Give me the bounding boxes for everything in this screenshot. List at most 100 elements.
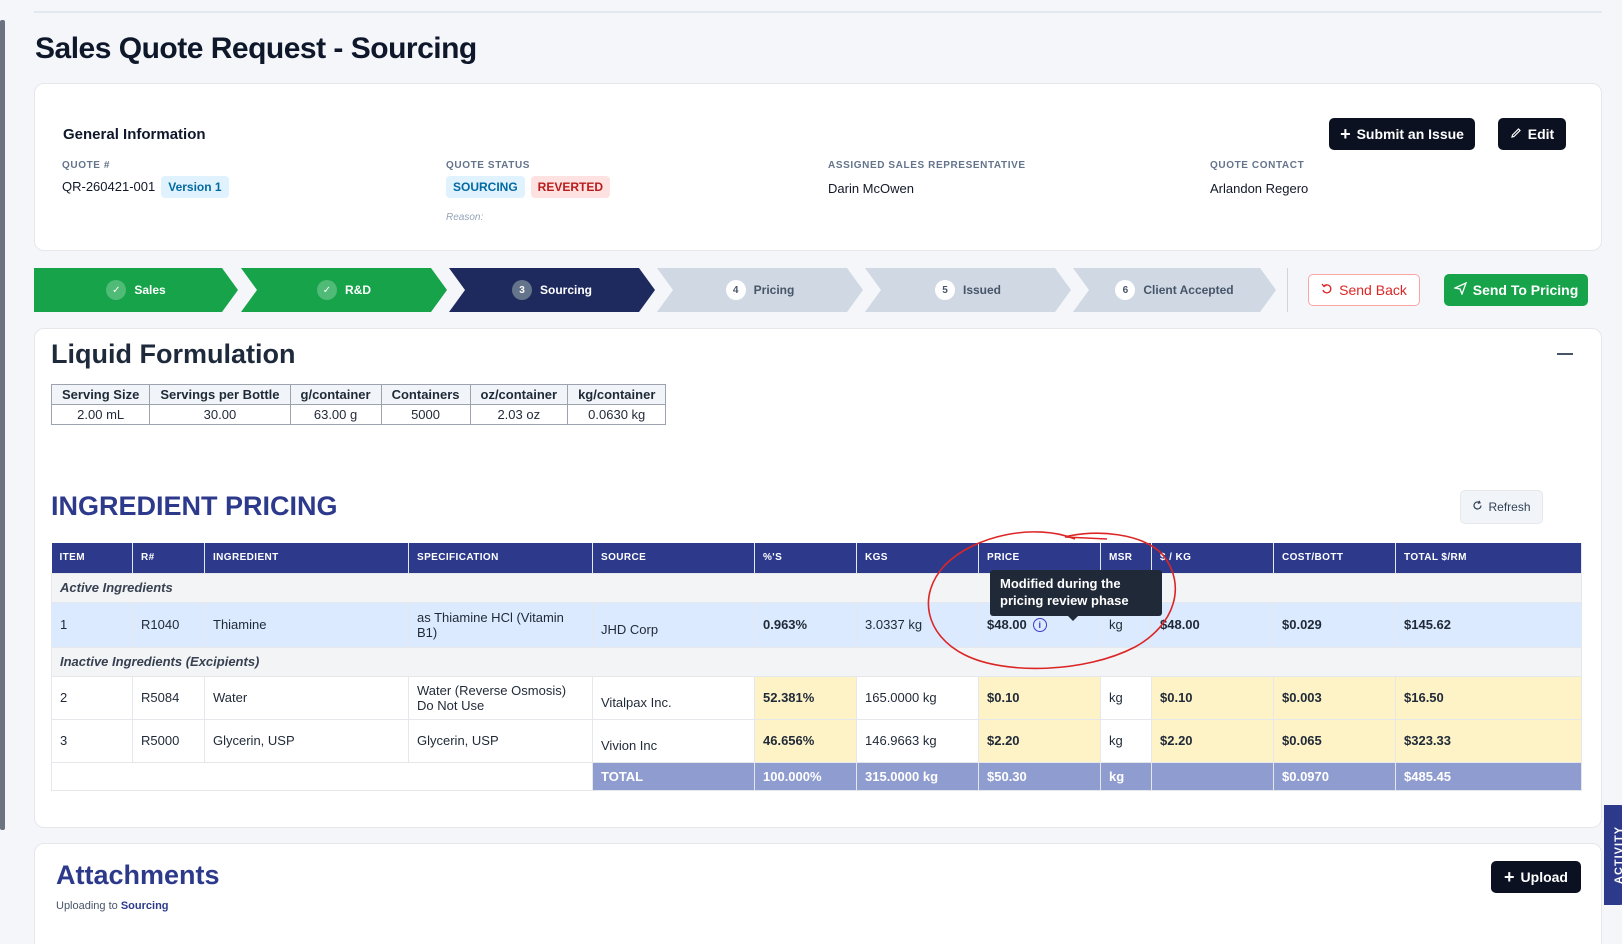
cell-r: R5084 (132, 675, 205, 720)
cell-per-kg: $48.00 (1151, 601, 1274, 648)
formulation-header: Containers (380, 384, 471, 405)
liquid-formulation-card: Liquid Formulation Serving Size Servings… (34, 328, 1602, 828)
activity-tab[interactable]: ACTIVITY (1604, 805, 1622, 905)
submit-issue-label: Submit an Issue (1356, 126, 1464, 142)
attachments-card: Attachments Uploading to Sourcing + Uplo… (34, 843, 1602, 944)
cell-item: 2 (51, 675, 133, 720)
check-icon: ✓ (317, 280, 337, 300)
cell-source: JHD Corp (592, 601, 755, 648)
cell-r: R5000 (132, 718, 205, 763)
cell-msr: kg (1100, 718, 1152, 763)
formulation-value: 0.0630 kg (567, 404, 667, 425)
group-label: Active Ingredients (51, 572, 1582, 603)
cell-pct: 46.656% (754, 718, 857, 763)
submit-issue-button[interactable]: + Submit an Issue (1329, 118, 1475, 150)
step-sales[interactable]: ✓ Sales (34, 268, 238, 312)
send-icon (1452, 281, 1467, 298)
formulation-value: 5000 (380, 404, 471, 425)
refresh-button[interactable]: Refresh (1460, 490, 1543, 524)
total-price: $50.30 (978, 761, 1101, 791)
top-divider (34, 11, 1602, 13)
quote-contact-label: QUOTE CONTACT (1210, 160, 1305, 171)
formulation-header: oz/container (469, 384, 569, 405)
formulation-header: Serving Size (50, 384, 151, 405)
formulation-header: g/container (289, 384, 382, 405)
cell-item: 3 (51, 718, 133, 763)
collapse-icon[interactable] (1557, 353, 1573, 355)
step-client-accepted[interactable]: 6 Client Accepted (1073, 268, 1276, 312)
cell-pct: 52.381% (754, 675, 857, 720)
column-header: SOURCE (592, 543, 755, 573)
cell-cost: $0.065 (1273, 718, 1396, 763)
cell-r: R1040 (132, 601, 205, 648)
formulation-value: 2.00 mL (50, 404, 151, 425)
total-msr: kg (1100, 761, 1152, 791)
cell-price: $2.20 (978, 718, 1101, 763)
step-label: Client Accepted (1143, 283, 1234, 297)
step-pricing[interactable]: 4 Pricing (657, 268, 863, 312)
cell-cost: $0.029 (1273, 601, 1396, 648)
liquid-formulation-title: Liquid Formulation (51, 339, 296, 369)
info-icon[interactable]: i (1032, 618, 1047, 633)
cell-cost: $0.003 (1273, 675, 1396, 720)
refresh-icon (1472, 500, 1483, 514)
cell-kgs: 3.0337 kg (856, 601, 979, 648)
ingredient-pricing-table: ITEM R# INGREDIENT SPECIFICATION SOURCE … (51, 543, 1582, 791)
column-header: TOTAL $/RM (1395, 543, 1582, 573)
upload-target: Sourcing (120, 900, 169, 912)
upload-button[interactable]: + Upload (1491, 861, 1581, 893)
refresh-label: Refresh (1488, 500, 1531, 514)
formulation-header: kg/container (567, 384, 667, 405)
table-row[interactable]: 1 R1040 Thiamine as Thiamine HCl (Vitami… (51, 601, 1582, 648)
send-back-button[interactable]: Send Back (1308, 274, 1420, 306)
column-header: COST/BOTT (1273, 543, 1396, 573)
quote-status-label: QUOTE STATUS (446, 160, 531, 171)
column-header: INGREDIENT (204, 543, 409, 573)
column-header: KGS (856, 543, 979, 573)
general-information-title: General Information (63, 126, 206, 143)
tooltip-arrow (1068, 616, 1078, 621)
step-sourcing[interactable]: 3 Sourcing (449, 268, 655, 312)
status-badge-reverted: REVERTED (530, 176, 611, 198)
group-row-inactive: Inactive Ingredients (Excipients) (51, 646, 1582, 677)
ingredient-pricing-title: INGREDIENT PRICING (51, 491, 338, 521)
page-title: Sales Quote Request - Sourcing (35, 32, 477, 65)
stepper-divider (1287, 268, 1288, 312)
quote-contact-value: Arlandon Regero (1210, 181, 1309, 196)
cell-per-kg: $0.10 (1151, 675, 1274, 720)
table-row[interactable]: 3 R5000 Glycerin, USP Glycerin, USP Vivi… (51, 718, 1582, 763)
column-header: PRICE (978, 543, 1101, 573)
send-to-pricing-button[interactable]: Send To Pricing (1444, 274, 1588, 306)
step-label: Sales (134, 283, 166, 297)
left-scroll-rail[interactable] (0, 20, 5, 830)
table-header-row: ITEM R# INGREDIENT SPECIFICATION SOURCE … (51, 543, 1582, 573)
total-pct: 100.000% (754, 761, 857, 791)
edit-button[interactable]: Edit (1498, 118, 1566, 150)
step-label: Sourcing (539, 283, 592, 297)
formulation-header-row: Serving Size Servings per Bottle g/conta… (50, 384, 667, 405)
pencil-icon (1510, 126, 1522, 142)
total-per-kg (1151, 761, 1274, 791)
edit-label: Edit (1527, 126, 1555, 142)
cell-ingredient: Thiamine (204, 601, 409, 648)
quote-number-label: QUOTE # (62, 160, 111, 171)
total-total: $485.45 (1395, 761, 1582, 791)
cell-item: 1 (51, 601, 133, 648)
step-rnd[interactable]: ✓ R&D (241, 268, 447, 312)
sales-rep-value: Darin McOwen (828, 181, 914, 196)
send-to-pricing-label: Send To Pricing (1472, 282, 1579, 298)
quote-number: QR-260421-001 (62, 179, 156, 194)
cell-per-kg: $2.20 (1151, 718, 1274, 763)
upload-prefix: Uploading to (56, 900, 118, 912)
step-label: R&D (345, 283, 371, 297)
step-label: Issued (962, 283, 1001, 297)
table-row[interactable]: 2 R5084 Water Water (Reverse Osmosis) Do… (51, 675, 1582, 720)
step-issued[interactable]: 5 Issued (865, 268, 1071, 312)
column-header: SPECIFICATION (408, 543, 593, 573)
step-number: 3 (512, 280, 532, 300)
group-row-active: Active Ingredients (51, 572, 1582, 603)
cell-msr: kg (1100, 675, 1152, 720)
group-label: Inactive Ingredients (Excipients) (51, 646, 1582, 677)
quote-number-value: QR-260421-001 Version 1 (62, 176, 229, 198)
cell-pct: 0.963% (754, 601, 857, 648)
